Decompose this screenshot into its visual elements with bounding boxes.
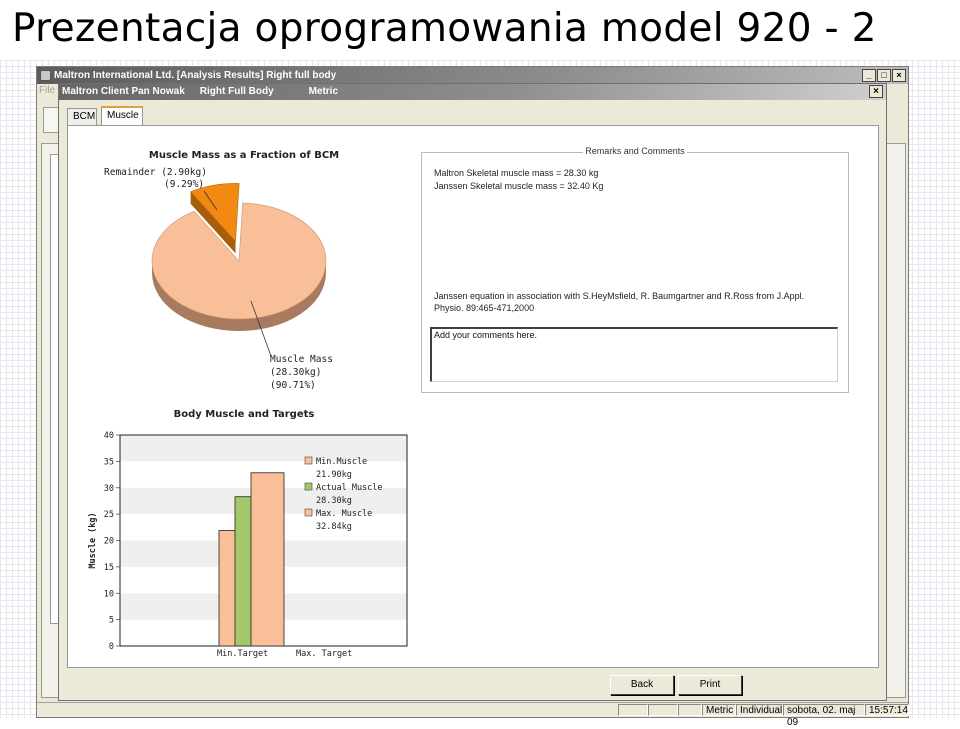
tab-bcm[interactable]: BCM (67, 108, 97, 125)
remarks-legend-text: Remarks and Comments (583, 146, 687, 156)
dialog-title-bar[interactable]: Maltron Client Pan Nowak Right Full Body… (59, 84, 886, 100)
janssen-muscle-mass-text: Janssen Skeletal muscle mass = 32.40 Kg (434, 181, 604, 191)
status-mode: Individual (736, 704, 783, 716)
status-date: sobota, 02. maj 09 (783, 704, 865, 728)
maximize-button[interactable]: □ (877, 69, 891, 82)
y-tick-label: 30 (104, 484, 114, 494)
bar-chart-svg: 0 5 10 15 20 25 30 35 40 Muscle (kg) Min.Target Max… (88, 431, 408, 659)
pie-label-remainder-line1: Remainder (2.90kg) (104, 167, 207, 178)
slide-title: Prezentacja oprogramowania model 920 - 2 (12, 6, 877, 51)
pie-label-muscle-line3: (90.71%) (270, 380, 316, 391)
bar-max-muscle (250, 472, 285, 647)
y-tick-label: 35 (104, 457, 114, 467)
legend-series-name: Actual Muscle (316, 483, 383, 493)
y-tick-label: 0 (109, 642, 114, 652)
legend-series-name: Max. Muscle (316, 509, 372, 519)
status-empty-3 (678, 704, 702, 716)
legend-series-value: 28.30kg (316, 496, 352, 506)
legend-swatch (304, 508, 313, 517)
x-category-label: Min.Target (217, 649, 268, 659)
remarks-legend: Remarks and Comments (422, 146, 848, 156)
close-button[interactable]: × (892, 69, 906, 82)
dialog-close-button[interactable]: × (869, 85, 883, 98)
y-tick-label: 15 (104, 563, 114, 573)
status-empty-1 (618, 704, 648, 716)
back-button[interactable]: Back (610, 675, 674, 695)
outer-window-title: Maltron International Ltd. [Analysis Res… (54, 70, 337, 81)
y-tick-label: 20 (104, 537, 114, 547)
comments-textarea[interactable]: Add your comments here. (430, 327, 838, 382)
pie-label-muscle-line2: (28.30kg) (270, 367, 322, 378)
status-units: Metric (702, 704, 736, 716)
legend-series-value: 32.84kg (316, 522, 352, 532)
dialog-title-body: Right Full Body (199, 86, 274, 97)
outer-title-bar[interactable]: Maltron International Ltd. [Analysis Res… (37, 67, 908, 84)
status-empty-2 (648, 704, 678, 716)
remarks-group: Remarks and Comments Maltron Skeletal mu… (421, 146, 849, 393)
x-category-label: Max. Target (296, 649, 352, 659)
dialog-title-client: Maltron Client Pan Nowak (62, 86, 185, 97)
muscle-fraction-pie-chart: Muscle Mass as a Fraction of BCM Remaind… (79, 146, 409, 401)
y-tick-label: 5 (109, 616, 114, 626)
reference-text-line2: Physio. 89:465-471,2000 (434, 303, 535, 313)
pie-muscle-slice (151, 202, 327, 320)
app-icon (40, 70, 51, 81)
y-tick-label: 10 (104, 589, 114, 599)
y-tick-label: 25 (104, 510, 114, 520)
legend-series-value: 21.90kg (316, 470, 352, 480)
y-axis-label: Muscle (kg) (88, 512, 98, 568)
client-results-dialog: Maltron Client Pan Nowak Right Full Body… (58, 83, 887, 701)
muscle-targets-bar-chart: Body Muscle and Targets 0 5 10 15 20 25 30 35 40… (79, 406, 409, 661)
status-time: 15:57:14 (865, 704, 909, 716)
legend-swatch (304, 482, 313, 491)
status-bar: Metric Individual sobota, 02. maj 09 15:… (37, 702, 909, 728)
maltron-muscle-mass-text: Maltron Skeletal muscle mass = 28.30 kg (434, 168, 599, 178)
tab-muscle[interactable]: Muscle (101, 106, 143, 126)
y-tick-label: 40 (104, 431, 114, 441)
legend-swatch (304, 456, 313, 465)
pie-chart-svg (151, 183, 327, 357)
pie-label-remainder-line2: (9.29%) (164, 179, 205, 190)
pie-label-muscle-line1: Muscle Mass (270, 354, 333, 365)
muscle-tab-panel: Muscle Mass as a Fraction of BCM Remaind… (67, 125, 879, 668)
menu-file[interactable]: File (39, 85, 55, 96)
print-button[interactable]: Print (678, 675, 742, 695)
minimize-button[interactable]: _ (862, 69, 876, 82)
dialog-title-units: Metric (308, 86, 339, 97)
legend-series-name: Min.Muscle (316, 457, 367, 467)
reference-text-line1: Janssen equation in association with S.H… (434, 291, 805, 301)
